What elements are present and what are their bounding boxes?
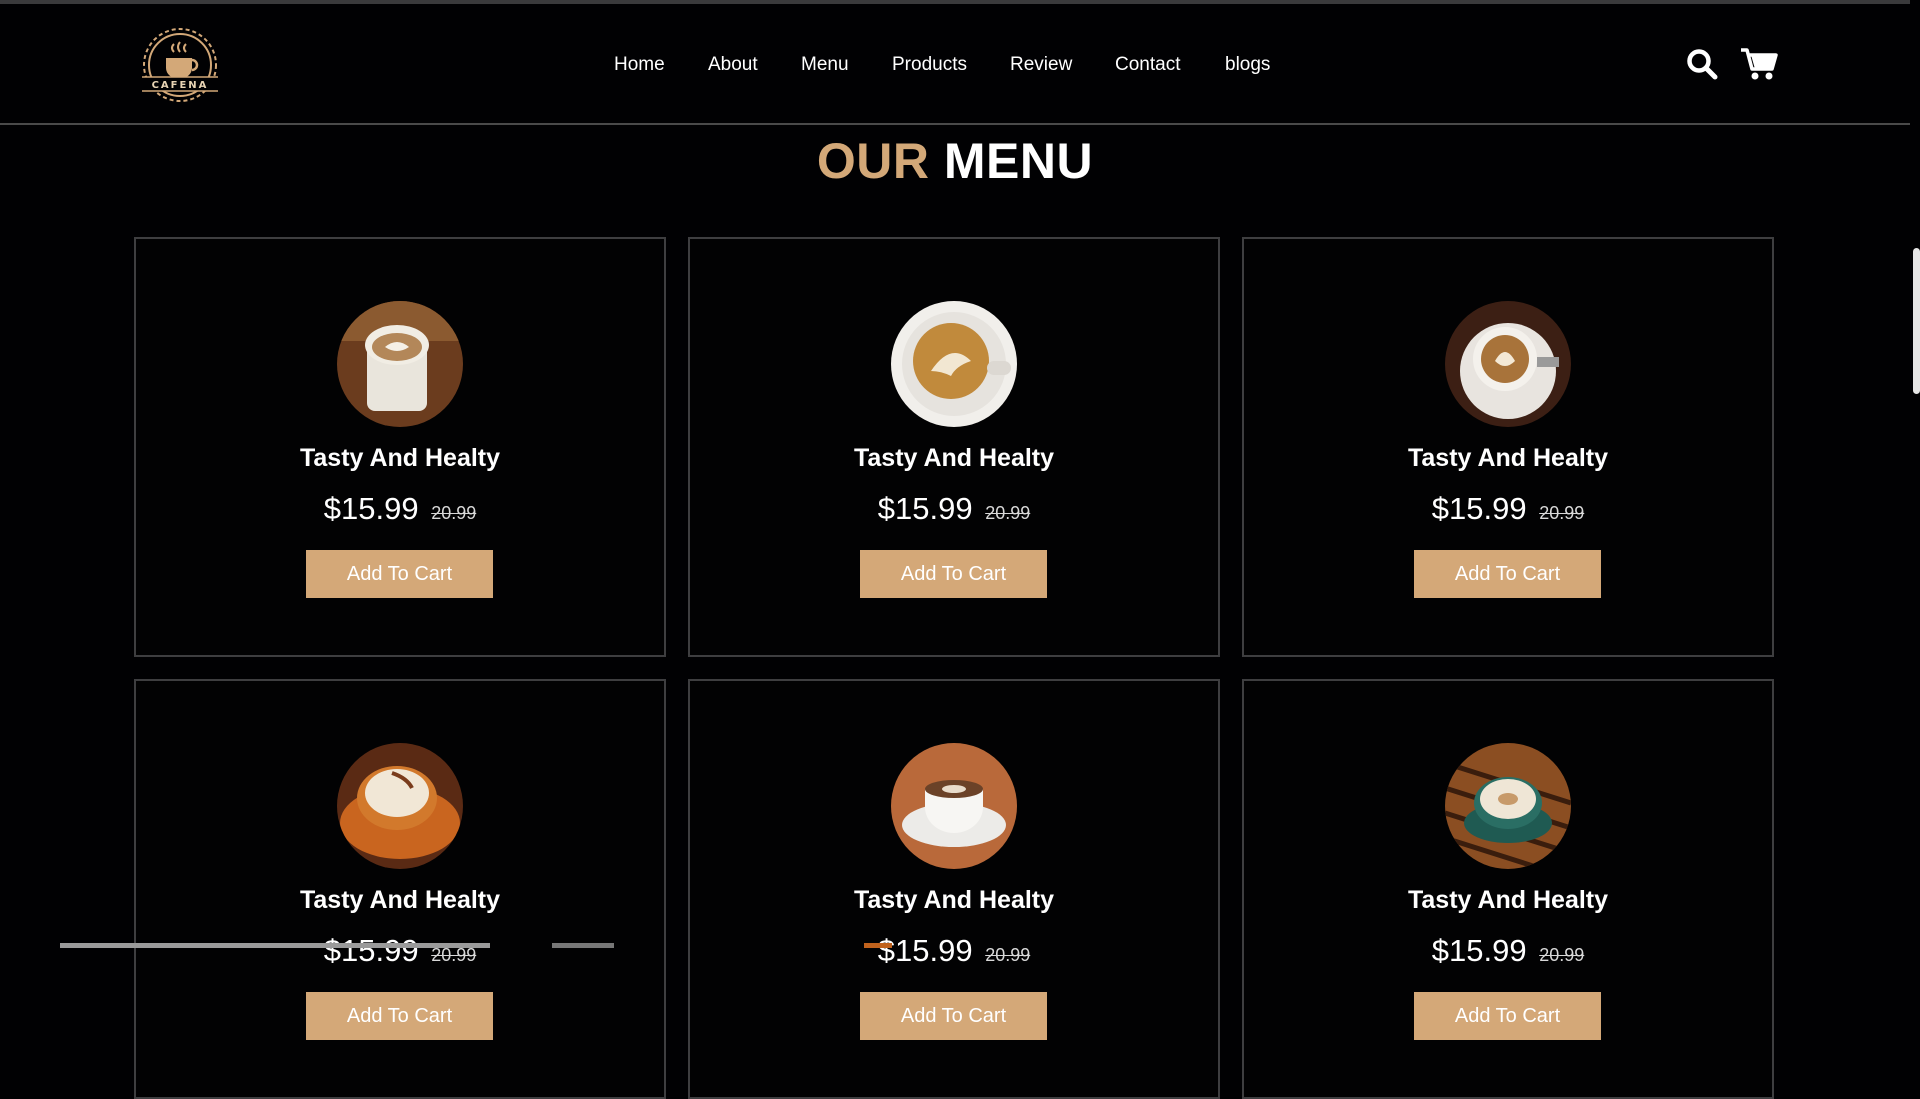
vertical-scrollbar-track[interactable] [1910, 0, 1920, 948]
current-price: $15.99 [1431, 933, 1527, 968]
coffee-image [891, 301, 1017, 427]
item-title: Tasty And Healty [299, 444, 501, 472]
vertical-scrollbar-thumb[interactable] [1913, 248, 1920, 394]
title-main: MENU [943, 133, 1094, 189]
old-price: 20.99 [1539, 945, 1585, 965]
menu-card: Tasty And Healty $15.99 20.99 Add To Car… [688, 679, 1220, 1099]
nav-products[interactable]: Products [892, 54, 967, 76]
item-price: $15.99 20.99 [136, 933, 664, 969]
nav-about[interactable]: About [708, 54, 758, 76]
item-price: $15.99 20.99 [136, 491, 664, 527]
nav-blogs[interactable]: blogs [1225, 54, 1270, 76]
item-price: $15.99 20.99 [690, 933, 1218, 969]
coffee-image [337, 743, 463, 869]
menu-card: Tasty And Healty $15.99 20.99 Add To Car… [1242, 679, 1774, 1099]
add-to-cart-button[interactable]: Add To Cart [306, 992, 493, 1040]
cart-icon[interactable] [1740, 47, 1778, 86]
title-accent: OUR [816, 133, 930, 189]
partial-element [864, 943, 892, 948]
item-price: $15.99 20.99 [1244, 491, 1772, 527]
add-to-cart-button[interactable]: Add To Cart [860, 992, 1047, 1040]
old-price: 20.99 [985, 945, 1031, 965]
old-price: 20.99 [1539, 503, 1585, 523]
add-to-cart-button[interactable]: Add To Cart [306, 550, 493, 598]
current-price: $15.99 [323, 933, 419, 968]
horizontal-scrollbar[interactable] [60, 943, 490, 948]
coffee-image [1445, 743, 1571, 869]
nav-review[interactable]: Review [1010, 54, 1072, 76]
coffee-image [891, 743, 1017, 869]
nav-home[interactable]: Home [614, 54, 665, 76]
nav-contact[interactable]: Contact [1115, 54, 1180, 76]
old-price: 20.99 [431, 945, 477, 965]
menu-card: Tasty And Healty $15.99 20.99 Add To Car… [1242, 237, 1774, 657]
add-to-cart-button[interactable]: Add To Cart [860, 550, 1047, 598]
item-title: Tasty And Healty [299, 886, 501, 914]
search-icon[interactable] [1686, 48, 1718, 85]
item-title: Tasty And Healty [853, 444, 1055, 472]
nav-menu[interactable]: Menu [801, 54, 849, 76]
item-price: $15.99 20.99 [1244, 933, 1772, 969]
add-to-cart-button[interactable]: Add To Cart [1414, 992, 1601, 1040]
horizontal-scrollbar-segment [552, 943, 614, 948]
old-price: 20.99 [985, 503, 1031, 523]
site-header: CAFENA Home About Menu Products Review C… [0, 4, 1910, 125]
item-title: Tasty And Healty [853, 886, 1055, 914]
current-price: $15.99 [1431, 491, 1527, 526]
main-nav: Home About Menu Products Review Contact … [0, 54, 1910, 84]
old-price: 20.99 [431, 503, 477, 523]
menu-card: Tasty And Healty $15.99 20.99 Add To Car… [134, 679, 666, 1099]
current-price: $15.99 [323, 491, 419, 526]
item-price: $15.99 20.99 [690, 491, 1218, 527]
coffee-image [1445, 301, 1571, 427]
coffee-image [337, 301, 463, 427]
menu-card: Tasty And Healty $15.99 20.99 Add To Car… [688, 237, 1220, 657]
item-title: Tasty And Healty [1407, 886, 1609, 914]
item-title: Tasty And Healty [1407, 444, 1609, 472]
section-title: OUR MENU [0, 132, 1910, 190]
add-to-cart-button[interactable]: Add To Cart [1414, 550, 1601, 598]
current-price: $15.99 [877, 933, 973, 968]
menu-card: Tasty And Healty $15.99 20.99 Add To Car… [134, 237, 666, 657]
current-price: $15.99 [877, 491, 973, 526]
